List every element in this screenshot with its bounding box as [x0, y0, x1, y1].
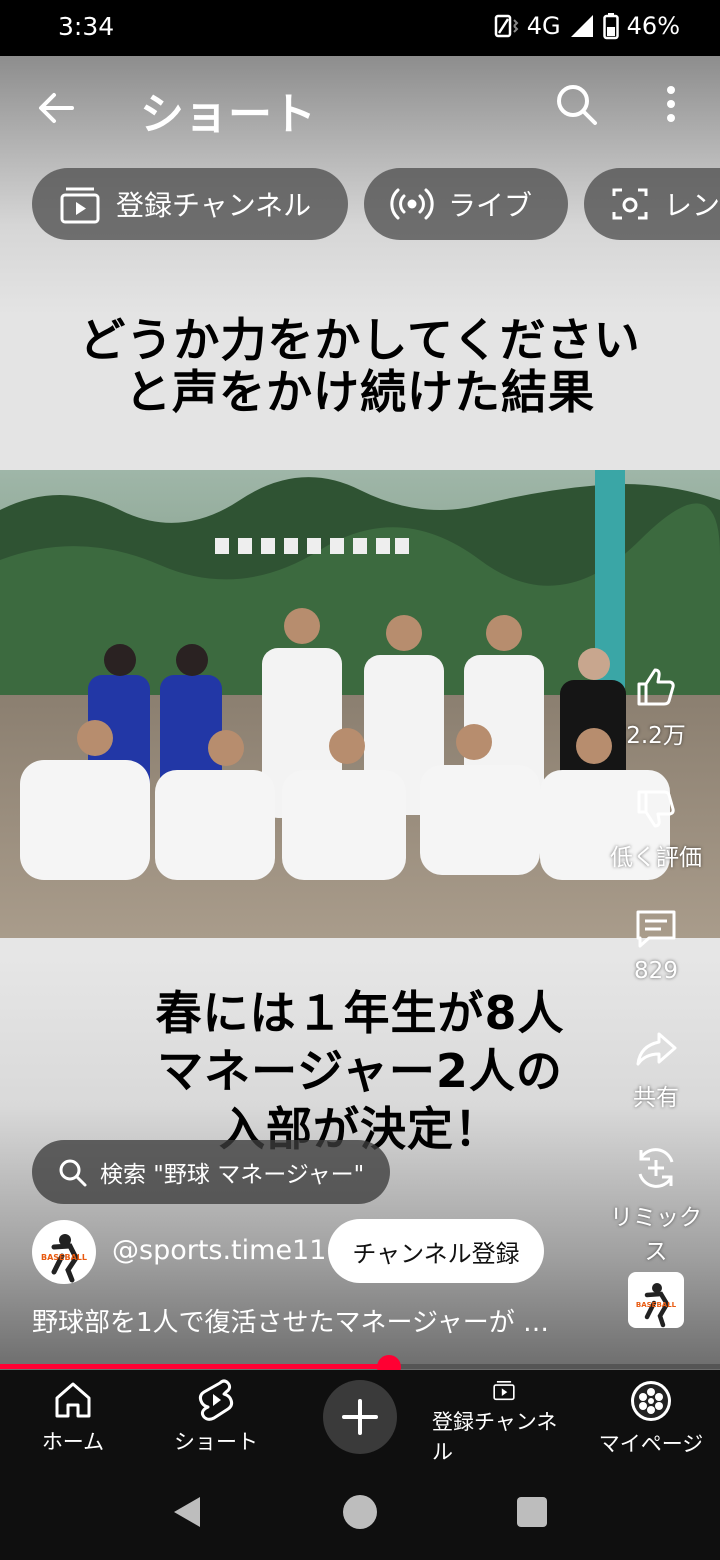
battery-level: 46% — [626, 12, 680, 40]
battery-icon — [602, 13, 619, 40]
comment-icon — [636, 910, 676, 948]
share-button[interactable]: 共有 — [600, 1026, 712, 1112]
shorts-icon — [198, 1379, 234, 1421]
recents-square-icon[interactable] — [516, 1496, 548, 1528]
remix-button[interactable]: リミックス — [600, 1144, 712, 1266]
progress-scrubber[interactable] — [376, 1355, 401, 1370]
dislike-button[interactable]: 低く評価 — [600, 786, 712, 872]
search-suggestion-text: 検索 "野球 マネージャー" — [100, 1162, 365, 1188]
comments-button[interactable]: 829 — [600, 906, 712, 984]
share-icon — [636, 1032, 677, 1066]
page-title: ショート — [140, 89, 316, 140]
back-triangle-icon[interactable] — [168, 1494, 204, 1530]
dislike-label: 低く評価 — [610, 845, 702, 871]
nav-subscriptions[interactable]: 登録チャンネル — [432, 1370, 576, 1466]
plus-icon — [342, 1399, 378, 1435]
create-button[interactable] — [323, 1380, 397, 1454]
arrow-left-icon[interactable] — [32, 84, 80, 132]
remix-icon — [638, 1148, 674, 1188]
like-count: 2.2万 — [626, 723, 686, 749]
channel-avatar[interactable]: BASEBALL — [32, 1220, 96, 1284]
comment-count: 829 — [634, 958, 678, 984]
nav-label: 登録チャンネル — [432, 1410, 558, 1464]
home-icon — [55, 1382, 91, 1418]
chip-label: 登録チャンネル — [116, 189, 312, 222]
shorts-player[interactable]: ショート 登録チャンネル ライブ レン どうか力をかしてください と声をかけ続け… — [0, 56, 720, 1370]
baseball-logo: BASEBALL — [636, 1283, 677, 1328]
thumb-down-icon — [637, 790, 675, 828]
subscriptions-icon — [60, 187, 100, 224]
nav-shorts[interactable]: ショート — [168, 1370, 264, 1466]
nav-label: ホーム — [41, 1430, 105, 1454]
chip-label: レン — [664, 189, 720, 222]
chip-label: ライブ — [448, 189, 533, 222]
status-time: 3:34 — [58, 12, 115, 41]
video-description[interactable]: 野球部を1人で復活させたマネージャーが … — [32, 1302, 592, 1339]
network-type: 4G — [526, 12, 561, 40]
subscriptions-icon — [493, 1381, 515, 1401]
camera-icon — [612, 188, 648, 220]
share-label: 共有 — [633, 1085, 679, 1111]
chip-live[interactable]: ライブ — [364, 168, 568, 240]
progress-fill — [0, 1364, 389, 1369]
live-icon — [390, 188, 434, 220]
nav-label: マイページ — [598, 1432, 704, 1456]
search-icon[interactable] — [552, 80, 600, 128]
sound-thumbnail[interactable]: BASEBALL — [628, 1272, 684, 1328]
chip-lens[interactable]: レン — [584, 168, 720, 240]
logo-text: BASEBALL — [636, 1301, 677, 1309]
filter-chips: 登録チャンネル ライブ レン — [32, 168, 720, 240]
subscribe-button[interactable]: チャンネル登録 — [328, 1219, 544, 1283]
nav-label: ショート — [174, 1430, 258, 1454]
caption-line: と声をかけ続けた結果 — [125, 365, 595, 419]
video-top-caption: どうか力をかしてください と声をかけ続けた結果 — [0, 314, 720, 418]
bottom-nav: ホーム ショート 登録チャンネル マイページ — [0, 1370, 720, 1466]
search-icon — [59, 1159, 87, 1187]
remix-label: リミックス — [610, 1205, 702, 1265]
vibrate-icon — [494, 14, 519, 38]
avatar-icon — [631, 1381, 671, 1421]
channel-handle[interactable]: @sports.time11 — [112, 1235, 326, 1266]
progress-bar[interactable] — [0, 1355, 720, 1370]
signal-icon — [570, 15, 593, 37]
thumb-up-icon — [637, 668, 675, 706]
caption-line: どうか力をかしてください — [79, 313, 641, 367]
baseball-logo: BASEBALL — [41, 1234, 87, 1283]
top-bar: ショート — [0, 56, 720, 156]
nav-home[interactable]: ホーム — [28, 1370, 118, 1466]
search-suggestion[interactable]: 検索 "野球 マネージャー" — [32, 1140, 390, 1204]
logo-text: BASEBALL — [41, 1253, 87, 1262]
like-button[interactable]: 2.2万 — [600, 664, 712, 750]
chip-subscriptions[interactable]: 登録チャンネル — [32, 168, 348, 240]
system-nav — [0, 1466, 720, 1560]
more-vert-icon[interactable] — [656, 80, 686, 128]
status-bar: 3:34 4G 46% — [0, 0, 720, 56]
home-circle-icon[interactable] — [342, 1494, 378, 1530]
nav-mypage[interactable]: マイページ — [596, 1370, 706, 1466]
